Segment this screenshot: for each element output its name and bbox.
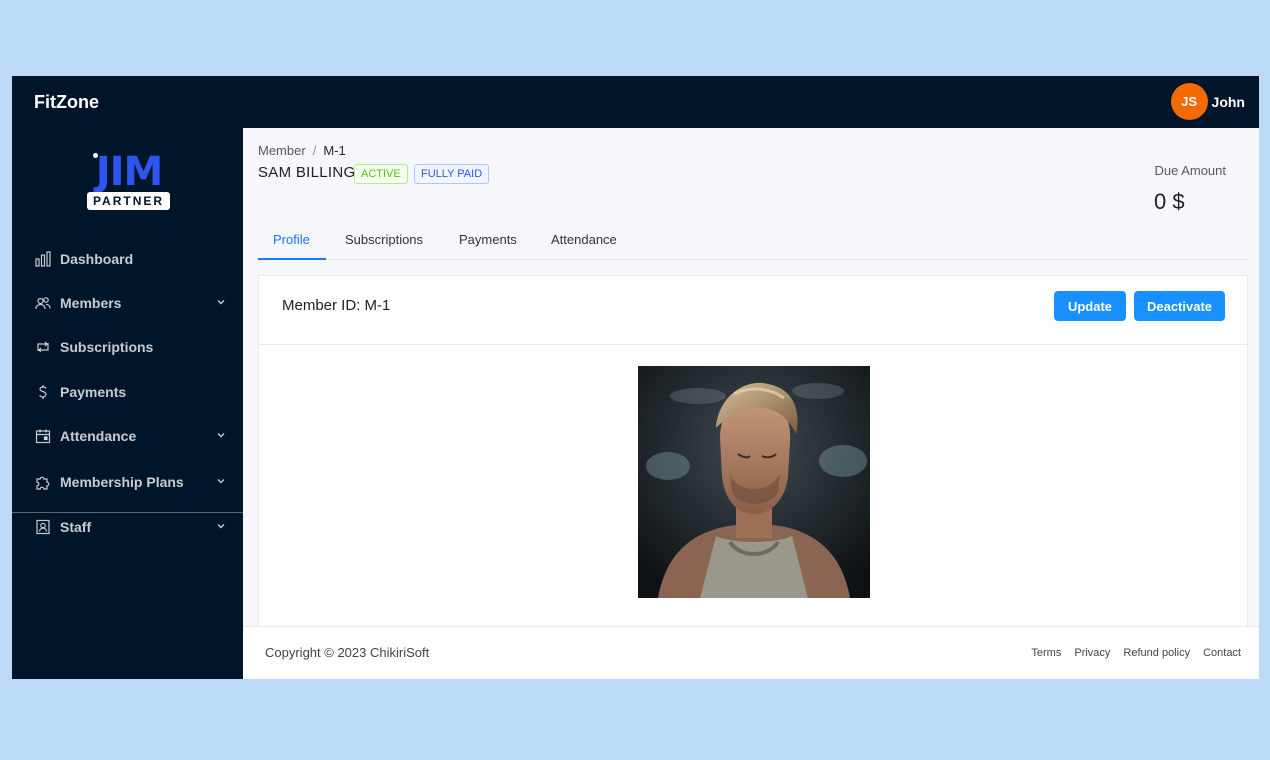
chevron-down-icon[interactable]: [216, 297, 226, 307]
sidebar-item-membership-plans[interactable]: Membership Plans: [12, 462, 243, 502]
sidebar-item-label: Membership Plans: [60, 474, 184, 490]
sidebar-item-members[interactable]: Members: [12, 283, 243, 323]
page-title: SAM BILLING: [258, 164, 356, 181]
main-content: Member / M-1 SAM BILLING ACTIVE FULLY PAID…: [243, 128, 1259, 679]
contacts-icon: [35, 519, 51, 535]
calendar-icon: [35, 428, 51, 444]
breadcrumb-separator: /: [312, 143, 317, 158]
sidebar: JIM PARTNER Dashboard Members Subscripti…: [12, 128, 243, 679]
chevron-down-icon[interactable]: [216, 430, 226, 440]
logo-dot: [93, 153, 98, 158]
puzzle-icon: [35, 474, 51, 490]
brand-name[interactable]: FitZone: [34, 92, 99, 113]
sidebar-item-staff[interactable]: Staff: [12, 507, 243, 547]
sidebar-item-label: Staff: [60, 519, 92, 535]
sidebar-item-label: Attendance: [60, 428, 137, 444]
sidebar-item-dashboard[interactable]: Dashboard: [12, 239, 243, 279]
bar-chart-icon: [35, 251, 51, 267]
copyright-text: Copyright © 2023 ChikiriSoft: [265, 645, 430, 660]
sidebar-item-label: Dashboard: [60, 251, 134, 267]
active-tab-indicator: [258, 258, 326, 260]
footer-links: Terms Privacy Refund policy Contact: [1018, 647, 1241, 659]
refund-policy-link[interactable]: Refund policy: [1123, 647, 1190, 659]
breadcrumb-parent[interactable]: Member: [258, 143, 306, 158]
sidebar-item-label: Members: [60, 295, 122, 311]
logo-tagline: PARTNER: [87, 192, 170, 210]
contact-link[interactable]: Contact: [1203, 647, 1241, 659]
deactivate-button[interactable]: Deactivate: [1134, 291, 1225, 321]
member-id-title: Member ID: M-1: [282, 297, 391, 314]
terms-link[interactable]: Terms: [1031, 647, 1061, 659]
top-header: FitZone JS John: [12, 76, 1259, 128]
member-tabs: Profile Subscriptions Payments Attendanc…: [258, 222, 1248, 260]
dollar-icon: [35, 384, 51, 400]
team-icon: [35, 295, 51, 311]
chevron-down-icon[interactable]: [216, 521, 226, 531]
logo-word: JIM: [95, 149, 164, 195]
sidebar-item-label: Payments: [60, 384, 127, 400]
member-photo: [638, 366, 870, 598]
status-badge: ACTIVE: [354, 164, 408, 184]
sidebar-item-label: Subscriptions: [60, 339, 154, 355]
chevron-down-icon[interactable]: [216, 476, 226, 486]
user-name[interactable]: John: [1212, 94, 1245, 110]
card-header: Member ID: M-1 Update Deactivate: [259, 276, 1247, 345]
tab-subscriptions[interactable]: Subscriptions: [345, 232, 423, 247]
member-card: Member ID: M-1 Update Deactivate: [258, 275, 1248, 679]
privacy-link[interactable]: Privacy: [1074, 647, 1110, 659]
app-window: FitZone JS John JIM PARTNER Dashboard Me…: [12, 76, 1259, 679]
update-button[interactable]: Update: [1054, 291, 1126, 321]
breadcrumb-current: M-1: [323, 143, 346, 158]
due-amount-label: Due Amount: [1154, 163, 1226, 178]
due-amount-value: 0 $: [1154, 189, 1185, 214]
sidebar-item-payments[interactable]: Payments: [12, 372, 243, 412]
tab-payments[interactable]: Payments: [459, 232, 517, 247]
retweet-icon: [35, 339, 51, 355]
avatar[interactable]: JS: [1170, 83, 1208, 120]
jim-partner-logo: JIM PARTNER: [86, 152, 172, 212]
sidebar-item-subscriptions[interactable]: Subscriptions: [12, 327, 243, 367]
sidebar-item-attendance[interactable]: Attendance: [12, 416, 243, 456]
user-menu[interactable]: JS John: [1170, 83, 1245, 120]
tab-attendance[interactable]: Attendance: [551, 232, 617, 247]
payment-status-badge: FULLY PAID: [414, 164, 490, 184]
footer: Copyright © 2023 ChikiriSoft Terms Priva…: [243, 626, 1259, 679]
breadcrumb: Member / M-1: [258, 143, 346, 158]
tab-profile[interactable]: Profile: [273, 232, 310, 247]
